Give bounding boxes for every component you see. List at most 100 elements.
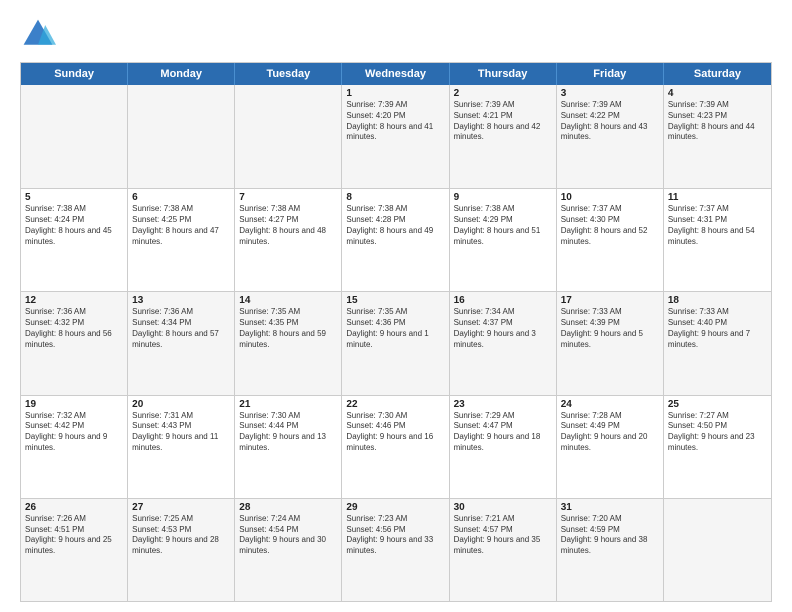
- cell-info: Sunrise: 7:38 AM Sunset: 4:27 PM Dayligh…: [239, 204, 337, 247]
- calendar-cell-9: 9Sunrise: 7:38 AM Sunset: 4:29 PM Daylig…: [450, 189, 557, 291]
- calendar-cell-8: 8Sunrise: 7:38 AM Sunset: 4:28 PM Daylig…: [342, 189, 449, 291]
- calendar-cell-28: 28Sunrise: 7:24 AM Sunset: 4:54 PM Dayli…: [235, 499, 342, 601]
- calendar-cell-empty: [128, 85, 235, 188]
- calendar-row-0: 1Sunrise: 7:39 AM Sunset: 4:20 PM Daylig…: [21, 85, 771, 188]
- logo: [20, 16, 60, 52]
- day-number: 8: [346, 192, 444, 203]
- cell-info: Sunrise: 7:30 AM Sunset: 4:46 PM Dayligh…: [346, 411, 444, 454]
- cell-info: Sunrise: 7:36 AM Sunset: 4:32 PM Dayligh…: [25, 307, 123, 350]
- cell-info: Sunrise: 7:28 AM Sunset: 4:49 PM Dayligh…: [561, 411, 659, 454]
- cell-info: Sunrise: 7:38 AM Sunset: 4:29 PM Dayligh…: [454, 204, 552, 247]
- day-number: 23: [454, 399, 552, 410]
- cell-info: Sunrise: 7:32 AM Sunset: 4:42 PM Dayligh…: [25, 411, 123, 454]
- day-number: 29: [346, 502, 444, 513]
- calendar-cell-6: 6Sunrise: 7:38 AM Sunset: 4:25 PM Daylig…: [128, 189, 235, 291]
- cell-info: Sunrise: 7:33 AM Sunset: 4:40 PM Dayligh…: [668, 307, 767, 350]
- calendar-cell-16: 16Sunrise: 7:34 AM Sunset: 4:37 PM Dayli…: [450, 292, 557, 394]
- day-number: 30: [454, 502, 552, 513]
- cell-info: Sunrise: 7:30 AM Sunset: 4:44 PM Dayligh…: [239, 411, 337, 454]
- header-day-monday: Monday: [128, 63, 235, 85]
- cell-info: Sunrise: 7:24 AM Sunset: 4:54 PM Dayligh…: [239, 514, 337, 557]
- day-number: 6: [132, 192, 230, 203]
- day-number: 13: [132, 295, 230, 306]
- calendar-cell-3: 3Sunrise: 7:39 AM Sunset: 4:22 PM Daylig…: [557, 85, 664, 188]
- calendar-row-1: 5Sunrise: 7:38 AM Sunset: 4:24 PM Daylig…: [21, 188, 771, 291]
- calendar-cell-19: 19Sunrise: 7:32 AM Sunset: 4:42 PM Dayli…: [21, 396, 128, 498]
- calendar-cell-23: 23Sunrise: 7:29 AM Sunset: 4:47 PM Dayli…: [450, 396, 557, 498]
- calendar-cell-22: 22Sunrise: 7:30 AM Sunset: 4:46 PM Dayli…: [342, 396, 449, 498]
- calendar-cell-18: 18Sunrise: 7:33 AM Sunset: 4:40 PM Dayli…: [664, 292, 771, 394]
- header-day-wednesday: Wednesday: [342, 63, 449, 85]
- calendar-header: SundayMondayTuesdayWednesdayThursdayFrid…: [21, 63, 771, 85]
- day-number: 27: [132, 502, 230, 513]
- cell-info: Sunrise: 7:37 AM Sunset: 4:30 PM Dayligh…: [561, 204, 659, 247]
- cell-info: Sunrise: 7:35 AM Sunset: 4:35 PM Dayligh…: [239, 307, 337, 350]
- header: [20, 16, 772, 52]
- calendar-cell-empty: [235, 85, 342, 188]
- calendar-body: 1Sunrise: 7:39 AM Sunset: 4:20 PM Daylig…: [21, 85, 771, 601]
- cell-info: Sunrise: 7:39 AM Sunset: 4:21 PM Dayligh…: [454, 100, 552, 143]
- cell-info: Sunrise: 7:39 AM Sunset: 4:22 PM Dayligh…: [561, 100, 659, 143]
- day-number: 17: [561, 295, 659, 306]
- day-number: 16: [454, 295, 552, 306]
- day-number: 1: [346, 88, 444, 99]
- cell-info: Sunrise: 7:26 AM Sunset: 4:51 PM Dayligh…: [25, 514, 123, 557]
- calendar-cell-2: 2Sunrise: 7:39 AM Sunset: 4:21 PM Daylig…: [450, 85, 557, 188]
- calendar-cell-13: 13Sunrise: 7:36 AM Sunset: 4:34 PM Dayli…: [128, 292, 235, 394]
- cell-info: Sunrise: 7:21 AM Sunset: 4:57 PM Dayligh…: [454, 514, 552, 557]
- day-number: 14: [239, 295, 337, 306]
- calendar-cell-10: 10Sunrise: 7:37 AM Sunset: 4:30 PM Dayli…: [557, 189, 664, 291]
- header-day-thursday: Thursday: [450, 63, 557, 85]
- calendar-cell-24: 24Sunrise: 7:28 AM Sunset: 4:49 PM Dayli…: [557, 396, 664, 498]
- day-number: 9: [454, 192, 552, 203]
- calendar-cell-empty: [21, 85, 128, 188]
- day-number: 15: [346, 295, 444, 306]
- calendar-cell-30: 30Sunrise: 7:21 AM Sunset: 4:57 PM Dayli…: [450, 499, 557, 601]
- cell-info: Sunrise: 7:29 AM Sunset: 4:47 PM Dayligh…: [454, 411, 552, 454]
- cell-info: Sunrise: 7:39 AM Sunset: 4:23 PM Dayligh…: [668, 100, 767, 143]
- calendar-cell-29: 29Sunrise: 7:23 AM Sunset: 4:56 PM Dayli…: [342, 499, 449, 601]
- cell-info: Sunrise: 7:34 AM Sunset: 4:37 PM Dayligh…: [454, 307, 552, 350]
- page: SundayMondayTuesdayWednesdayThursdayFrid…: [0, 0, 792, 612]
- calendar-cell-20: 20Sunrise: 7:31 AM Sunset: 4:43 PM Dayli…: [128, 396, 235, 498]
- cell-info: Sunrise: 7:38 AM Sunset: 4:24 PM Dayligh…: [25, 204, 123, 247]
- cell-info: Sunrise: 7:23 AM Sunset: 4:56 PM Dayligh…: [346, 514, 444, 557]
- cell-info: Sunrise: 7:38 AM Sunset: 4:28 PM Dayligh…: [346, 204, 444, 247]
- header-day-sunday: Sunday: [21, 63, 128, 85]
- day-number: 22: [346, 399, 444, 410]
- day-number: 25: [668, 399, 767, 410]
- calendar-cell-25: 25Sunrise: 7:27 AM Sunset: 4:50 PM Dayli…: [664, 396, 771, 498]
- calendar-cell-empty: [664, 499, 771, 601]
- calendar-row-4: 26Sunrise: 7:26 AM Sunset: 4:51 PM Dayli…: [21, 498, 771, 601]
- calendar-cell-7: 7Sunrise: 7:38 AM Sunset: 4:27 PM Daylig…: [235, 189, 342, 291]
- calendar-cell-31: 31Sunrise: 7:20 AM Sunset: 4:59 PM Dayli…: [557, 499, 664, 601]
- header-day-saturday: Saturday: [664, 63, 771, 85]
- cell-info: Sunrise: 7:35 AM Sunset: 4:36 PM Dayligh…: [346, 307, 444, 350]
- day-number: 24: [561, 399, 659, 410]
- cell-info: Sunrise: 7:20 AM Sunset: 4:59 PM Dayligh…: [561, 514, 659, 557]
- day-number: 4: [668, 88, 767, 99]
- calendar-cell-5: 5Sunrise: 7:38 AM Sunset: 4:24 PM Daylig…: [21, 189, 128, 291]
- day-number: 18: [668, 295, 767, 306]
- cell-info: Sunrise: 7:36 AM Sunset: 4:34 PM Dayligh…: [132, 307, 230, 350]
- day-number: 2: [454, 88, 552, 99]
- header-day-tuesday: Tuesday: [235, 63, 342, 85]
- calendar-cell-21: 21Sunrise: 7:30 AM Sunset: 4:44 PM Dayli…: [235, 396, 342, 498]
- calendar-cell-15: 15Sunrise: 7:35 AM Sunset: 4:36 PM Dayli…: [342, 292, 449, 394]
- cell-info: Sunrise: 7:38 AM Sunset: 4:25 PM Dayligh…: [132, 204, 230, 247]
- day-number: 26: [25, 502, 123, 513]
- calendar-row-3: 19Sunrise: 7:32 AM Sunset: 4:42 PM Dayli…: [21, 395, 771, 498]
- day-number: 31: [561, 502, 659, 513]
- logo-icon: [20, 16, 56, 52]
- cell-info: Sunrise: 7:33 AM Sunset: 4:39 PM Dayligh…: [561, 307, 659, 350]
- calendar: SundayMondayTuesdayWednesdayThursdayFrid…: [20, 62, 772, 602]
- calendar-cell-4: 4Sunrise: 7:39 AM Sunset: 4:23 PM Daylig…: [664, 85, 771, 188]
- calendar-cell-14: 14Sunrise: 7:35 AM Sunset: 4:35 PM Dayli…: [235, 292, 342, 394]
- day-number: 7: [239, 192, 337, 203]
- day-number: 3: [561, 88, 659, 99]
- cell-info: Sunrise: 7:31 AM Sunset: 4:43 PM Dayligh…: [132, 411, 230, 454]
- cell-info: Sunrise: 7:39 AM Sunset: 4:20 PM Dayligh…: [346, 100, 444, 143]
- calendar-cell-17: 17Sunrise: 7:33 AM Sunset: 4:39 PM Dayli…: [557, 292, 664, 394]
- calendar-cell-27: 27Sunrise: 7:25 AM Sunset: 4:53 PM Dayli…: [128, 499, 235, 601]
- calendar-row-2: 12Sunrise: 7:36 AM Sunset: 4:32 PM Dayli…: [21, 291, 771, 394]
